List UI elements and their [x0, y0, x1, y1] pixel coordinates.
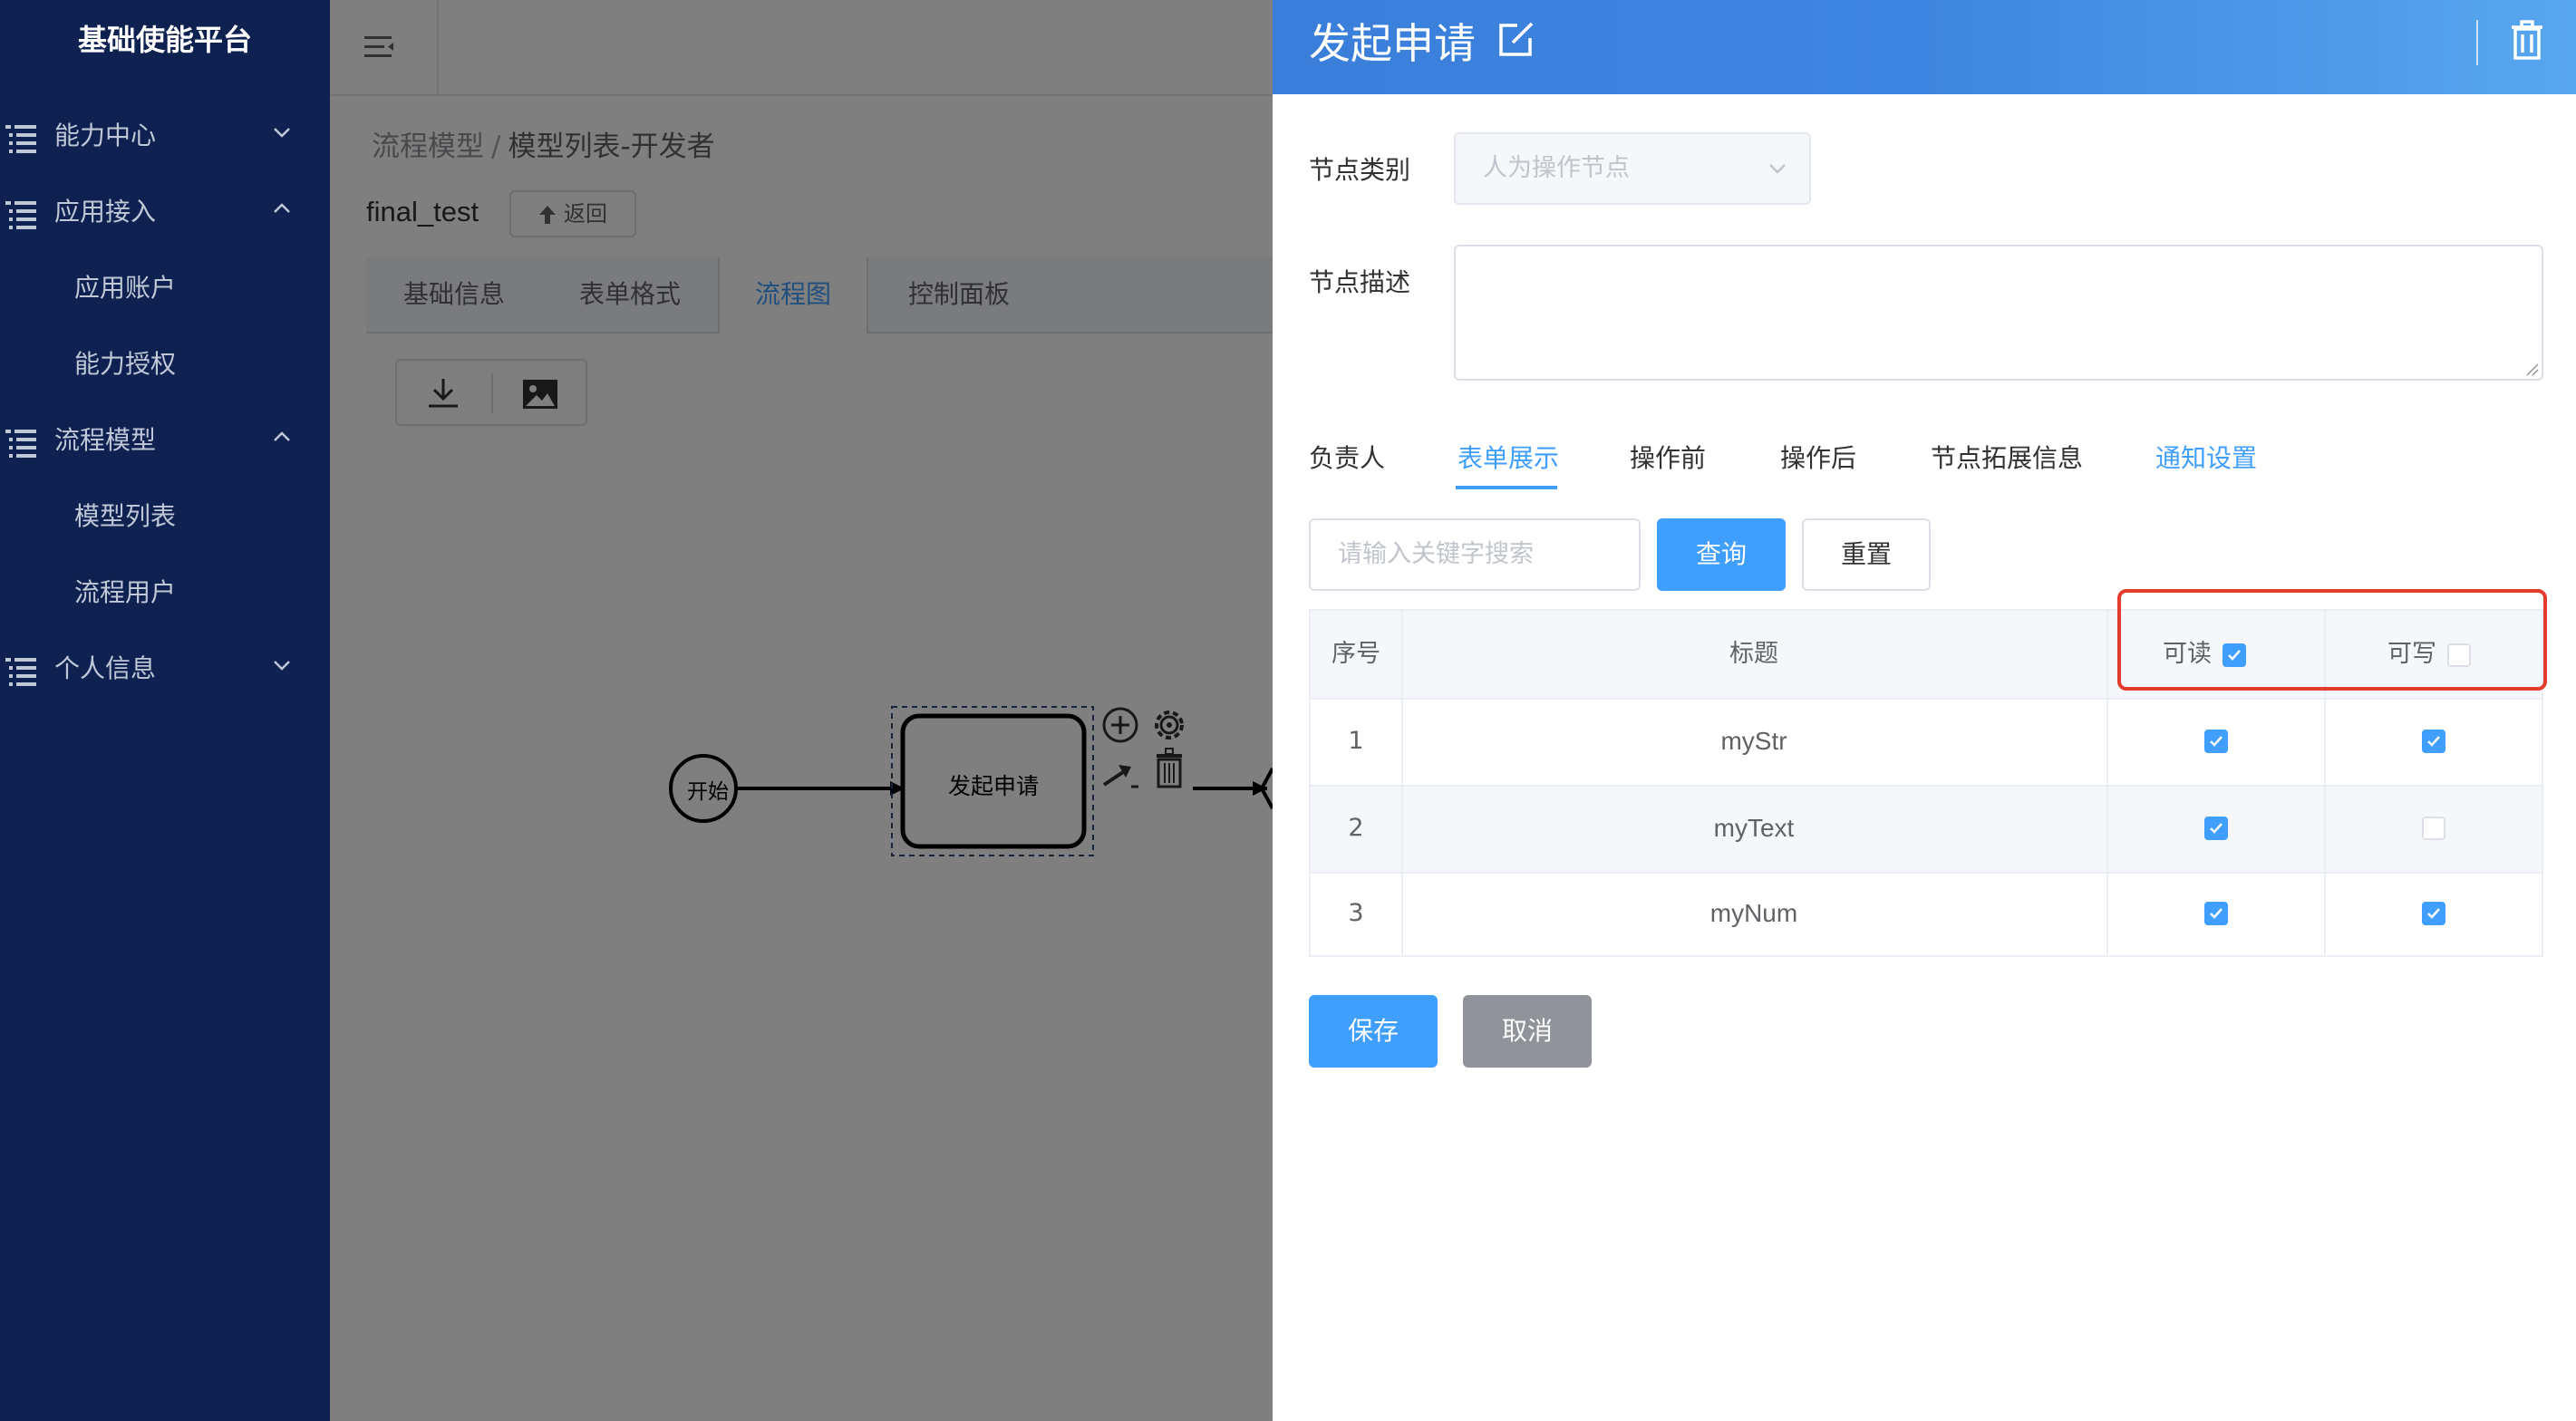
tab-notification-settings[interactable]: 通知设置 [2155, 439, 2257, 475]
menu-item-capability-center[interactable]: 能力中心 [0, 98, 330, 174]
menu-label: 个人信息 [54, 653, 157, 683]
submenu-item-model-list[interactable]: 模型列表 [0, 478, 330, 555]
node-type-value: 人为操作节点 [1483, 154, 1630, 182]
annotation-highlight-box [2117, 589, 2547, 691]
check-icon [2210, 823, 2223, 834]
platform-logo: 基础使能平台 [77, 23, 252, 57]
readable-checkbox[interactable] [2204, 730, 2228, 753]
tab-owner[interactable]: 负责人 [1309, 439, 1385, 475]
list-icon [5, 430, 36, 458]
cancel-button[interactable]: 取消 [1463, 995, 1592, 1068]
writable-checkbox[interactable] [2422, 817, 2445, 840]
grid-line [2106, 611, 2108, 955]
check-icon [2210, 736, 2223, 747]
reset-button[interactable]: 重置 [1802, 518, 1931, 591]
row-title: myNum [1709, 899, 1798, 927]
tab-before-action[interactable]: 操作前 [1630, 439, 1706, 475]
row-title: myText [1713, 814, 1795, 842]
writable-checkbox[interactable] [2422, 902, 2445, 925]
modal-overlay[interactable] [330, 0, 1273, 1421]
row-index: 2 [1348, 814, 1364, 842]
grid-line [1311, 872, 2542, 874]
search-input[interactable]: 请输入关键字搜索 [1309, 518, 1641, 591]
menu-item-app-access[interactable]: 应用接入 [0, 174, 330, 250]
row-index: 3 [1348, 899, 1364, 927]
node-drawer: 发起申请 节点类别 人为操作节点 节点描述 负责人 表单展示 操作前 操作后 节… [1273, 0, 2576, 1421]
submenu-item-capability-auth[interactable]: 能力授权 [0, 326, 330, 402]
active-tab-indicator [1456, 486, 1557, 489]
grid-line [1311, 698, 2542, 700]
tab-after-action[interactable]: 操作后 [1780, 439, 1856, 475]
writable-checkbox[interactable] [2422, 730, 2445, 753]
divider [2476, 20, 2478, 65]
chevron-down-icon [274, 661, 290, 671]
list-icon [5, 125, 36, 153]
chevron-up-icon [274, 203, 290, 213]
menu-label: 应用接入 [54, 197, 157, 227]
menu-label: 流程模型 [54, 425, 157, 455]
menu-label: 能力中心 [54, 121, 157, 150]
submenu-item-process-users[interactable]: 流程用户 [0, 555, 330, 631]
sidebar: 基础使能平台 能力中心 应用接入 应用账户 能力授权 流程模型 模型列表 流程用… [0, 0, 330, 1421]
node-desc-label: 节点描述 [1309, 267, 1411, 297]
save-button[interactable]: 保存 [1309, 995, 1438, 1068]
list-icon [5, 201, 36, 229]
header-title: 标题 [1729, 640, 1778, 668]
submenu-label: 流程用户 [74, 577, 177, 607]
node-type-select[interactable]: 人为操作节点 [1454, 132, 1811, 205]
trash-icon[interactable] [2509, 20, 2545, 60]
submenu-label: 应用账户 [74, 273, 177, 303]
check-icon [2210, 908, 2223, 919]
header-index: 序号 [1332, 640, 1380, 668]
node-type-label: 节点类别 [1309, 155, 1411, 185]
query-button[interactable]: 查询 [1657, 518, 1786, 591]
drawer-title: 发起申请 [1309, 19, 1476, 68]
row-title: myStr [1720, 727, 1787, 755]
row-index: 1 [1348, 727, 1364, 755]
drawer-header: 发起申请 [1273, 0, 2576, 94]
grid-line [1311, 785, 2542, 787]
check-icon [2427, 908, 2440, 919]
chevron-down-icon [1769, 164, 1786, 174]
submenu-item-app-account[interactable]: 应用账户 [0, 250, 330, 326]
check-icon [2427, 736, 2440, 747]
submenu-label: 模型列表 [74, 501, 177, 531]
menu-item-personal-info[interactable]: 个人信息 [0, 631, 330, 707]
node-desc-textarea[interactable] [1454, 245, 2543, 381]
readable-checkbox[interactable] [2204, 817, 2228, 840]
menu-item-process-model[interactable]: 流程模型 [0, 402, 330, 478]
chevron-up-icon [274, 431, 290, 441]
tab-node-extension[interactable]: 节点拓展信息 [1931, 439, 2083, 475]
search-placeholder: 请输入关键字搜索 [1338, 540, 1534, 568]
readable-checkbox[interactable] [2204, 902, 2228, 925]
submenu-label: 能力授权 [74, 349, 177, 379]
edit-icon[interactable] [1497, 20, 1535, 58]
list-icon [5, 658, 36, 686]
resize-grip-icon[interactable] [2525, 362, 2540, 377]
chevron-down-icon [274, 128, 290, 138]
grid-line [1401, 611, 1403, 955]
tab-form-display[interactable]: 表单展示 [1457, 439, 1559, 475]
